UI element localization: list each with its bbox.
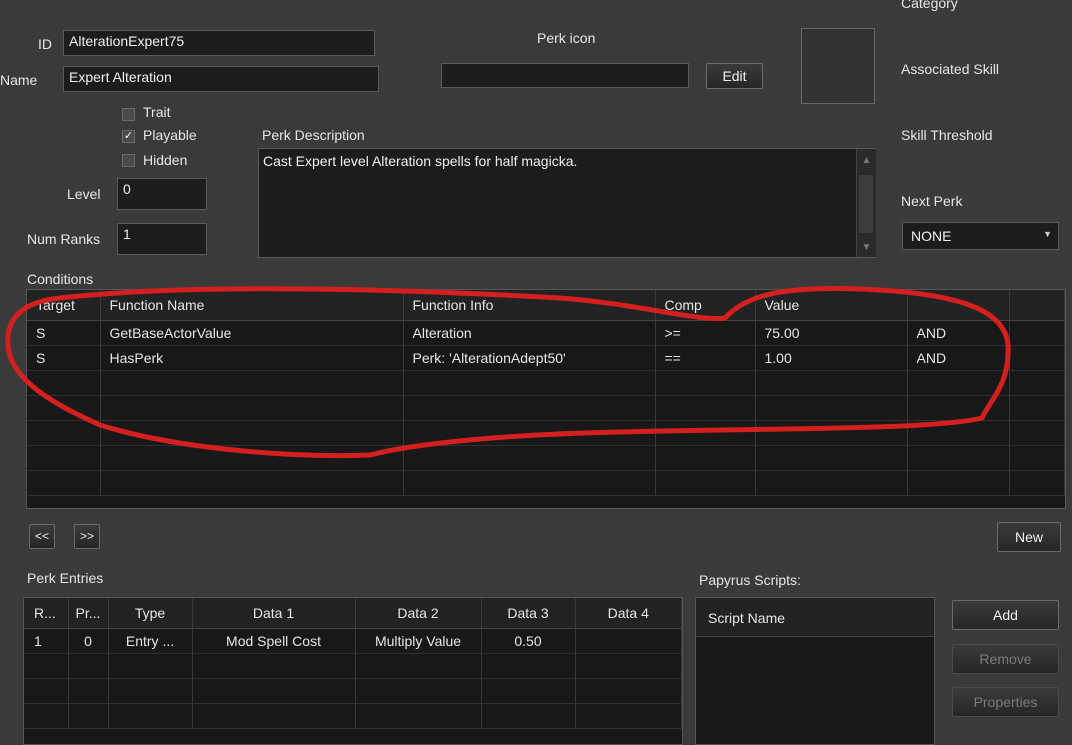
trait-checkbox[interactable] xyxy=(122,108,135,121)
remove-script-button[interactable]: Remove xyxy=(952,644,1059,674)
table-row[interactable] xyxy=(27,395,1065,421)
trait-label: Trait xyxy=(143,104,171,120)
add-script-button[interactable]: Add xyxy=(952,600,1059,630)
col-value[interactable]: Value xyxy=(755,290,908,321)
col-target[interactable]: Target xyxy=(27,290,101,321)
cell: HasPerk xyxy=(100,345,404,371)
cell: Mod Spell Cost xyxy=(192,628,356,654)
cell: Multiply Value xyxy=(355,628,482,654)
next-perk-select[interactable]: NONE ▼ xyxy=(902,222,1059,250)
cell: AND xyxy=(907,320,1010,346)
cell xyxy=(575,628,682,654)
perk-entries-table[interactable]: R... Pr... Type Data 1 Data 2 Data 3 Dat… xyxy=(23,597,683,745)
table-row[interactable]: S GetBaseActorValue Alteration >= 75.00 … xyxy=(27,320,1065,346)
description-scrollbar[interactable]: ▲ ▼ xyxy=(856,149,876,257)
name-field[interactable]: Expert Alteration xyxy=(63,66,379,92)
cell: S xyxy=(27,345,101,371)
papyrus-scripts-list[interactable]: Script Name xyxy=(695,597,935,745)
col-function-info[interactable]: Function Info xyxy=(403,290,656,321)
hidden-label: Hidden xyxy=(143,152,188,168)
id-field[interactable]: AlterationExpert75 xyxy=(63,30,375,56)
perk-icon-field[interactable] xyxy=(441,63,689,88)
cell: AND xyxy=(907,345,1010,371)
playable-checkbox[interactable]: ✓ xyxy=(122,130,135,143)
papyrus-scripts-label: Papyrus Scripts: xyxy=(699,572,801,588)
category-label: Category xyxy=(901,0,958,11)
cell: Perk: 'AlterationAdept50' xyxy=(403,345,656,371)
num-ranks-label: Num Ranks xyxy=(27,231,101,247)
perk-description-label: Perk Description xyxy=(262,127,365,143)
level-label: Level xyxy=(67,186,101,202)
table-row[interactable] xyxy=(27,445,1065,471)
table-row[interactable]: S HasPerk Perk: 'AlterationAdept50' == 1… xyxy=(27,345,1065,371)
table-row[interactable]: 1 0 Entry ... Mod Spell Cost Multiply Va… xyxy=(24,628,682,654)
table-row[interactable] xyxy=(24,703,682,729)
conditions-header: Target Function Name Function Info Comp … xyxy=(27,290,1065,321)
perk-description-text: Cast Expert level Alteration spells for … xyxy=(263,153,578,169)
col-data2[interactable]: Data 2 xyxy=(355,598,482,629)
table-row[interactable] xyxy=(27,470,1065,496)
script-name-header[interactable]: Script Name xyxy=(696,598,934,637)
table-row[interactable] xyxy=(27,420,1065,446)
perk-entries-label: Perk Entries xyxy=(27,570,104,586)
scroll-down-icon[interactable]: ▼ xyxy=(857,242,876,253)
col-data1[interactable]: Data 1 xyxy=(192,598,356,629)
table-row[interactable] xyxy=(24,678,682,704)
col-priority[interactable]: Pr... xyxy=(68,598,109,629)
chevron-down-icon: ▼ xyxy=(1043,229,1052,239)
scroll-thumb[interactable] xyxy=(859,175,873,233)
perk-icon-preview xyxy=(801,28,875,104)
col-empty xyxy=(1009,290,1065,321)
next-perk-value: NONE xyxy=(911,228,952,244)
scroll-up-icon[interactable]: ▲ xyxy=(857,155,876,166)
next-perk-label: Next Perk xyxy=(901,193,963,209)
perk-description-field[interactable]: Cast Expert level Alteration spells for … xyxy=(258,148,876,258)
col-rank[interactable]: R... xyxy=(24,598,69,629)
num-ranks-field[interactable]: 1 xyxy=(117,223,207,255)
new-condition-button[interactable]: New xyxy=(997,522,1061,552)
col-comp[interactable]: Comp xyxy=(655,290,756,321)
cell: 1.00 xyxy=(755,345,908,371)
table-row[interactable] xyxy=(24,653,682,679)
cell: S xyxy=(27,320,101,346)
cell: Entry ... xyxy=(108,628,193,654)
cell: == xyxy=(655,345,756,371)
col-data4[interactable]: Data 4 xyxy=(575,598,682,629)
cell: GetBaseActorValue xyxy=(100,320,404,346)
properties-button[interactable]: Properties xyxy=(952,687,1059,717)
skill-threshold-label: Skill Threshold xyxy=(901,127,993,143)
perk-icon-label: Perk icon xyxy=(537,30,596,46)
prev-button[interactable]: << xyxy=(29,524,55,549)
cell: Alteration xyxy=(403,320,656,346)
hidden-checkbox[interactable] xyxy=(122,154,135,167)
table-row[interactable] xyxy=(27,370,1065,396)
id-label: ID xyxy=(38,36,52,52)
next-button[interactable]: >> xyxy=(74,524,100,549)
edit-button[interactable]: Edit xyxy=(706,63,763,89)
cell: 0 xyxy=(68,628,109,654)
col-logic[interactable] xyxy=(907,290,1010,321)
conditions-table[interactable]: Target Function Name Function Info Comp … xyxy=(26,289,1066,509)
col-data3[interactable]: Data 3 xyxy=(481,598,576,629)
cell: 75.00 xyxy=(755,320,908,346)
cell: >= xyxy=(655,320,756,346)
name-label: Name xyxy=(0,72,38,88)
col-function-name[interactable]: Function Name xyxy=(100,290,404,321)
cell: 0.50 xyxy=(481,628,576,654)
perk-entries-header: R... Pr... Type Data 1 Data 2 Data 3 Dat… xyxy=(24,598,682,629)
conditions-label: Conditions xyxy=(27,271,94,287)
associated-skill-label: Associated Skill xyxy=(901,61,1000,77)
col-type[interactable]: Type xyxy=(108,598,193,629)
playable-label: Playable xyxy=(143,127,197,143)
level-field[interactable]: 0 xyxy=(117,178,207,210)
cell: 1 xyxy=(24,628,69,654)
